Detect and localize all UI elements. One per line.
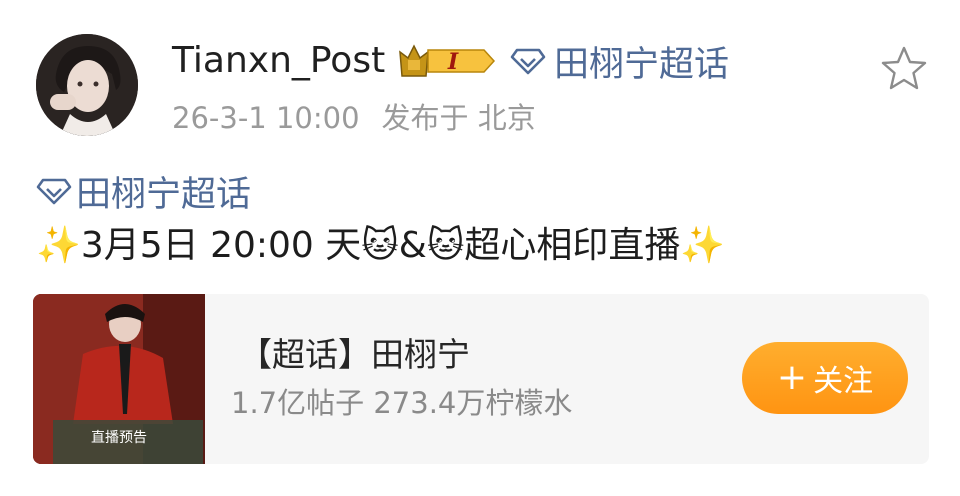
post-text: ✨3月5日 20:00 天🐱&🐱超心相印直播✨ <box>36 225 726 266</box>
supertopic-stats: 1.7亿帖子 273.4万柠檬水 <box>231 386 573 420</box>
post-body-topic-label: 田栩宁超话 <box>76 174 252 215</box>
avatar-image <box>36 34 138 136</box>
supertopic-title: 【超话】田栩宁 <box>239 335 470 374</box>
diamond-topic-icon <box>510 48 546 75</box>
post-timestamp: 26-3-1 10:00 <box>172 101 360 135</box>
badge-level-text: I <box>447 49 459 75</box>
username[interactable]: Tianxn_Post <box>172 38 385 84</box>
avatar[interactable] <box>36 34 138 136</box>
star-icon[interactable] <box>878 44 930 92</box>
crown-badge-icon[interactable]: I <box>398 42 498 80</box>
thumbnail-art: 直播预告 <box>33 294 205 464</box>
topic-link-label: 田栩宁超话 <box>554 44 730 85</box>
supertopic-card[interactable]: 直播预告 【超话】田栩宁 1.7亿帖子 273.4万柠檬水 + 关注 <box>33 294 929 464</box>
thumbnail-caption: 直播预告 <box>91 429 147 446</box>
post-meta: 26-3-1 10:00 发布于 北京 <box>172 100 536 136</box>
follow-button-label: 关注 <box>813 364 874 399</box>
post-body-topic[interactable]: 田栩宁超话 <box>36 168 252 215</box>
diamond-topic-icon <box>36 178 72 205</box>
follow-button[interactable]: + 关注 <box>742 342 908 414</box>
plus-icon: + <box>776 357 808 398</box>
post-location: 发布于 北京 <box>381 101 536 135</box>
topic-link[interactable]: 田栩宁超话 <box>510 38 730 85</box>
supertopic-thumbnail: 直播预告 <box>33 294 205 464</box>
